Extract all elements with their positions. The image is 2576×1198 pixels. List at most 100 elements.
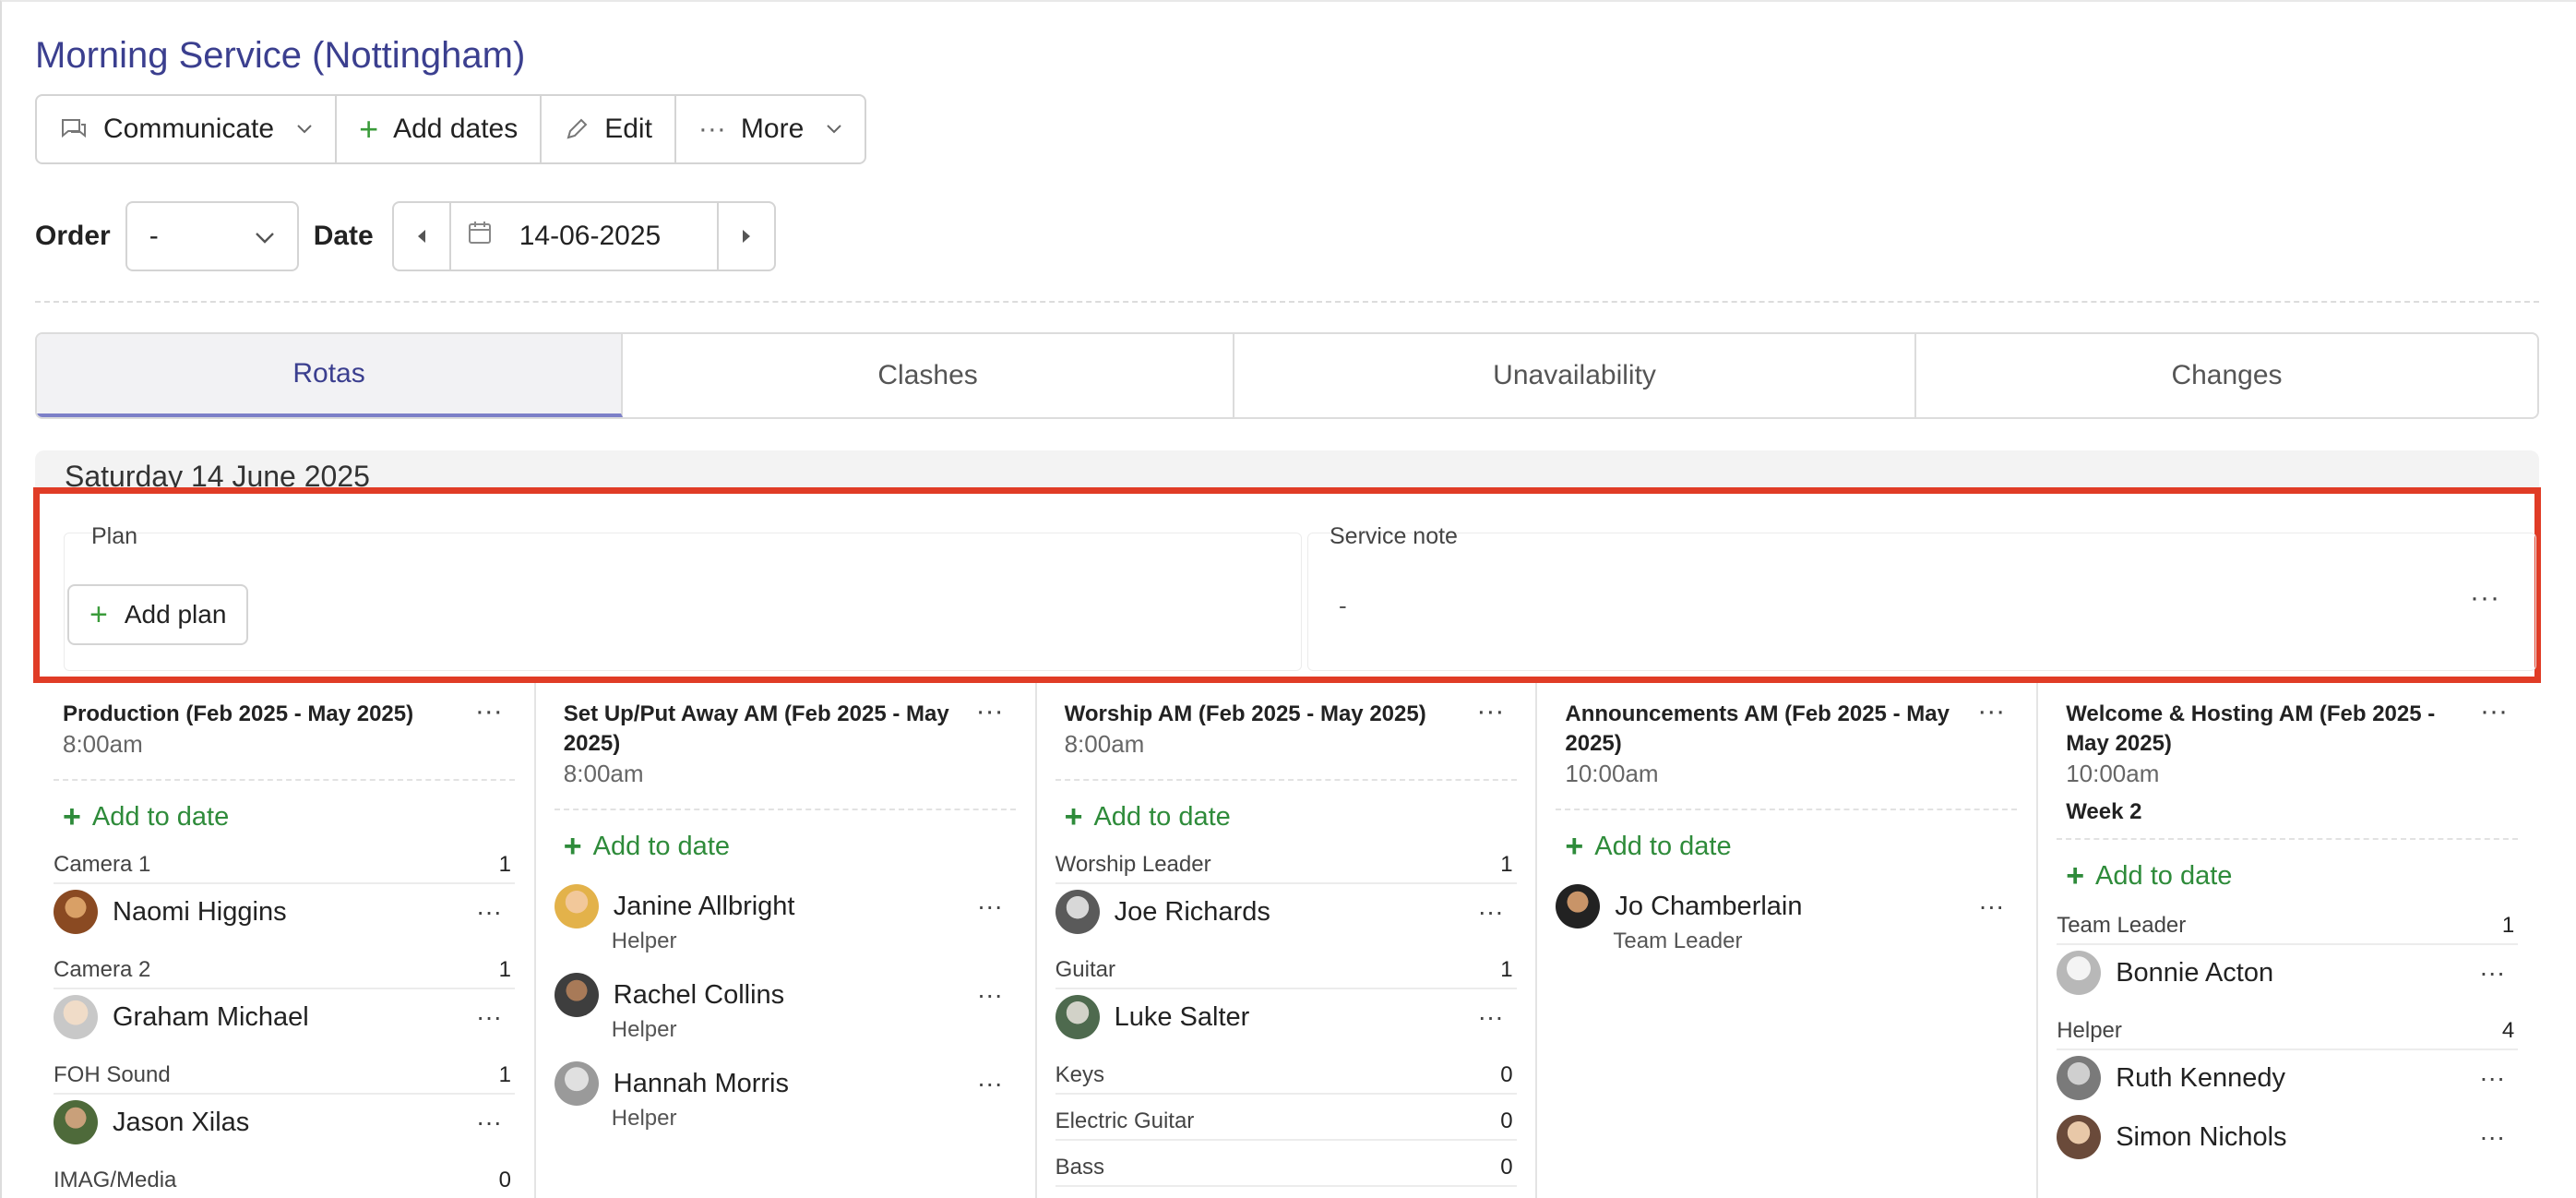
role-name: Team Leader [2057, 913, 2187, 938]
person-name: Janine Allbright [613, 891, 795, 921]
role-row: Guitar 1 [1055, 952, 1517, 989]
column-menu-button[interactable]: ··· [475, 696, 503, 727]
avatar [554, 1061, 599, 1106]
service-note-value: - [1339, 592, 1347, 619]
communicate-label: Communicate [103, 114, 275, 144]
person-menu-button[interactable]: ··· [1478, 1002, 1504, 1032]
order-label: Order [35, 221, 111, 251]
role-name: Worship Leader [1055, 852, 1211, 877]
next-date-button[interactable] [716, 203, 774, 270]
column-menu-button[interactable]: ··· [1476, 696, 1504, 727]
page-title: Morning Service (Nottingham) [35, 35, 526, 76]
tab-clashes[interactable]: Clashes [623, 334, 1235, 417]
person-row[interactable]: Hannah Morris ··· [554, 1061, 1016, 1106]
person-menu-button[interactable]: ··· [977, 980, 1003, 1010]
person-menu-button[interactable]: ··· [476, 1002, 502, 1032]
tab-rotas[interactable]: Rotas [37, 334, 624, 417]
date-input[interactable]: 14-06-2025 [451, 203, 717, 270]
person-row[interactable]: Ruth Kennedy ··· [2057, 1056, 2518, 1100]
communicate-button[interactable]: Communicate [37, 96, 338, 162]
add-to-date-label: Add to date [2095, 861, 2233, 891]
order-select[interactable]: - [125, 201, 299, 271]
rota-column-announcements: Announcements AM (Feb 2025 - May 2025) 1… [1537, 683, 2039, 1198]
person-name: Simon Nichols [2116, 1121, 2287, 1152]
person-name: Jo Chamberlain [1615, 891, 1803, 921]
person-row[interactable]: Jason Xilas ··· [54, 1100, 515, 1144]
person-name: Luke Salter [1114, 1001, 1250, 1032]
plan-note-section: Plan + Add plan Service note - ··· [33, 487, 2541, 683]
person-menu-button[interactable]: ··· [2479, 1063, 2505, 1093]
role-row: Keys 0 [1055, 1058, 1517, 1095]
person-row[interactable]: Jo Chamberlain ··· [1556, 884, 2017, 928]
column-header: Set Up/Put Away AM (Feb 2025 - May 2025)… [564, 700, 960, 790]
add-to-date-button[interactable]: + Add to date [2066, 858, 2232, 894]
person-row[interactable]: Simon Nichols ··· [2057, 1115, 2518, 1159]
add-plan-button[interactable]: + Add plan [67, 584, 249, 645]
avatar [2057, 951, 2102, 995]
person-row[interactable]: Graham Michael ··· [54, 995, 515, 1039]
person-row[interactable]: Luke Salter ··· [1055, 995, 1517, 1039]
divider [1055, 779, 1517, 781]
person-menu-button[interactable]: ··· [476, 897, 502, 927]
add-dates-button[interactable]: + Add dates [337, 96, 543, 162]
calendar-icon [468, 220, 492, 253]
ellipsis-icon: ··· [698, 114, 726, 144]
role-row: Team Leader 1 [2057, 908, 2519, 945]
more-button[interactable]: ··· More [676, 96, 865, 162]
column-menu-button[interactable]: ··· [2480, 696, 2508, 727]
add-to-date-button[interactable]: + Add to date [63, 799, 229, 835]
person-row[interactable]: Naomi Higgins ··· [54, 890, 515, 934]
rota-column-welcome: Welcome & Hosting AM (Feb 2025 - May 202… [2038, 683, 2539, 1198]
divider [554, 809, 1016, 810]
column-time: 8:00am [63, 730, 143, 758]
column-title: Set Up/Put Away AM (Feb 2025 - May 2025) [563, 701, 949, 756]
person-role: Helper [611, 928, 677, 953]
add-to-date-button[interactable]: + Add to date [1065, 799, 1231, 835]
add-to-date-button[interactable]: + Add to date [1565, 829, 1731, 865]
tab-unavailability[interactable]: Unavailability [1234, 334, 1916, 417]
plus-icon: + [1565, 829, 1584, 864]
person-row[interactable]: Janine Allbright ··· [554, 884, 1016, 928]
role-name: Helper [2057, 1018, 2122, 1043]
person-menu-button[interactable]: ··· [2479, 958, 2505, 988]
person-row[interactable]: Joe Richards ··· [1055, 890, 1517, 934]
column-title: Welcome & Hosting AM (Feb 2025 - May 202… [2066, 701, 2436, 756]
column-title: Production (Feb 2025 - May 2025) [63, 701, 414, 726]
person-row[interactable]: Bonnie Acton ··· [2057, 951, 2518, 995]
previous-date-button[interactable] [394, 203, 451, 270]
person-name: Joe Richards [1114, 896, 1270, 927]
chevron-down-icon [255, 221, 275, 252]
rota-column-worship: Worship AM (Feb 2025 - May 2025) 8:00am … [1037, 683, 1538, 1198]
role-count: 1 [1500, 957, 1513, 982]
tab-changes[interactable]: Changes [1916, 334, 2537, 417]
service-note-menu-button[interactable]: ··· [2470, 582, 2500, 614]
avatar [54, 995, 98, 1039]
person-role: Helper [611, 1017, 677, 1042]
avatar [1556, 884, 1601, 928]
edit-button[interactable]: Edit [542, 96, 676, 162]
person-menu-button[interactable]: ··· [1478, 897, 1504, 927]
plus-icon: + [563, 829, 582, 864]
person-menu-button[interactable]: ··· [476, 1108, 502, 1137]
role-row: Camera 1 1 [54, 847, 515, 884]
role-count: 0 [1500, 1155, 1513, 1180]
avatar [1055, 890, 1100, 934]
person-menu-button[interactable]: ··· [2479, 1122, 2505, 1152]
column-time: 8:00am [563, 760, 644, 787]
person-menu-button[interactable]: ··· [977, 892, 1003, 921]
pencil-icon [564, 116, 590, 142]
person-row[interactable]: Rachel Collins ··· [554, 973, 1016, 1017]
rota-column-setup: Set Up/Put Away AM (Feb 2025 - May 2025)… [536, 683, 1037, 1198]
role-name: Keys [1055, 1062, 1104, 1087]
plan-panel [64, 533, 1302, 671]
avatar [2057, 1056, 2102, 1100]
column-week: Week 2 [2066, 799, 2142, 824]
chevron-down-icon [296, 119, 313, 140]
person-menu-button[interactable]: ··· [1978, 892, 2004, 921]
column-menu-button[interactable]: ··· [976, 696, 1004, 727]
column-menu-button[interactable]: ··· [1977, 696, 2005, 727]
person-menu-button[interactable]: ··· [977, 1069, 1003, 1098]
add-to-date-button[interactable]: + Add to date [564, 829, 730, 865]
divider [1556, 809, 2018, 810]
avatar [554, 973, 599, 1017]
